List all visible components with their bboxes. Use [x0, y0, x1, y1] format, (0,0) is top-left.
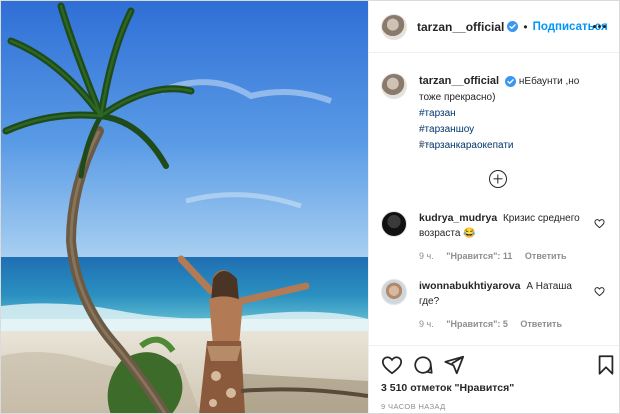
comment-like-icon[interactable]: [594, 216, 605, 229]
comment-likes[interactable]: "Нравится": 11: [446, 251, 512, 261]
comment-meta: 9 ч. "Нравится": 11 Ответить: [419, 251, 577, 261]
caption-author-username[interactable]: tarzan__official: [419, 75, 499, 87]
caption-text: tarzan__official нЕбаунти ,но тоже прекр…: [419, 73, 589, 154]
comment-text: kudrya_mudrya Кризис среднего возраста 😂: [419, 211, 587, 241]
author-username[interactable]: tarzan__official: [417, 20, 504, 34]
hashtag-link[interactable]: #тарзаншоу: [419, 122, 589, 138]
separator-dot: •: [523, 19, 528, 34]
comments-section: tarzan__official нЕбаунти ,но тоже прекр…: [369, 53, 619, 345]
post-photo[interactable]: [1, 1, 368, 413]
post-actions: 3 510 отметок "Нравится" 9 ЧАСОВ НАЗАД: [369, 345, 619, 413]
likes-count[interactable]: 3 510 отметок "Нравится": [381, 382, 514, 394]
comment-icon[interactable]: [412, 354, 434, 376]
post-timestamp: 9 ЧАСОВ НАЗАД: [381, 402, 446, 411]
comment-time: 9 ч.: [419, 251, 434, 261]
hashtag-link[interactable]: #тарзан: [419, 106, 589, 122]
caption-author-avatar[interactable]: [381, 73, 407, 99]
commenter-avatar[interactable]: [381, 211, 407, 237]
load-more-icon[interactable]: [489, 170, 507, 188]
hashtag-link[interactable]: #тарзанкараокепати: [419, 138, 589, 154]
commenter-avatar[interactable]: [381, 279, 407, 305]
reply-button[interactable]: Ответить: [520, 319, 562, 329]
post-header: tarzan__official • Подписаться: [369, 1, 619, 53]
verified-icon: [507, 21, 519, 32]
comment-text: iwonnabukhtiyarova А Наташа где?: [419, 279, 587, 309]
comment-likes[interactable]: "Нравится": 5: [446, 319, 508, 329]
commenter-username[interactable]: iwonnabukhtiyarova: [419, 280, 521, 292]
reply-button[interactable]: Ответить: [525, 251, 567, 261]
commenter-username[interactable]: kudrya_mudrya: [419, 212, 497, 224]
more-options-icon[interactable]: [592, 19, 608, 33]
post-side-panel: tarzan__official • Подписаться tarzan__o…: [368, 1, 619, 413]
like-icon[interactable]: [381, 354, 403, 376]
share-icon[interactable]: [443, 354, 465, 376]
comment-like-icon[interactable]: [594, 284, 605, 297]
instagram-post: tarzan__official • Подписаться tarzan__o…: [0, 0, 620, 414]
beach-palm-photo: [1, 1, 368, 413]
save-icon[interactable]: [595, 354, 617, 376]
author-avatar[interactable]: [381, 13, 407, 40]
verified-icon: [505, 75, 517, 87]
comment-time: 9 ч.: [419, 319, 434, 329]
caption-time: 9 ч.: [419, 139, 434, 149]
comment-meta: 9 ч. "Нравится": 5 Ответить: [419, 319, 572, 329]
